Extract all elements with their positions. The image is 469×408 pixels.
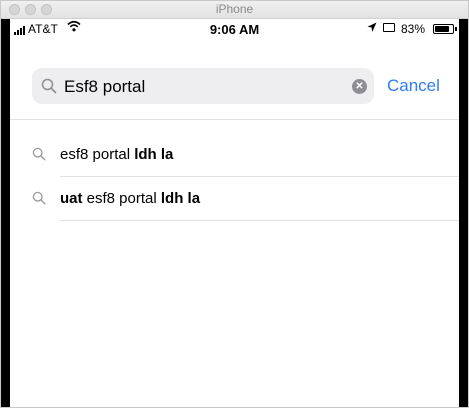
suggestion-text: uat esf8 portal ldh la <box>60 190 200 207</box>
suggestion-text-bold: ldh la <box>134 146 174 163</box>
simulator-window: iPhone AT&T 9:06 AM 83% Esf8 portal ✕ Ca… <box>0 0 469 408</box>
airplay-icon <box>383 23 395 32</box>
suggestion-text-bold: ldh la <box>160 190 201 207</box>
device-screen: AT&T 9:06 AM 83% Esf8 portal ✕ Cancel es… <box>10 19 459 407</box>
suggestion-item[interactable]: uat esf8 portal ldh la <box>32 177 459 221</box>
device-bezel-left <box>1 19 10 407</box>
search-field[interactable]: Esf8 portal ✕ <box>32 68 374 104</box>
search-icon <box>32 147 46 161</box>
suggestion-text-regular: esf8 portal <box>82 190 161 207</box>
suggestion-text-bold: uat <box>60 190 83 207</box>
window-titlebar[interactable]: iPhone <box>1 1 468 19</box>
suggestion-item[interactable]: esf8 portal ldh la <box>32 133 459 177</box>
battery-percent: 83% <box>401 22 426 36</box>
suggestion-text: esf8 portal ldh la <box>60 146 173 163</box>
battery-icon <box>433 24 454 34</box>
cancel-button[interactable]: Cancel <box>387 76 440 96</box>
device-bezel-right <box>459 19 468 407</box>
search-icon <box>41 78 57 94</box>
search-icon <box>32 191 46 205</box>
suggestion-divider <box>60 220 459 221</box>
search-input[interactable]: Esf8 portal <box>64 77 145 97</box>
location-arrow-icon <box>367 22 377 36</box>
clear-icon[interactable]: ✕ <box>352 79 367 94</box>
battery-level-fill <box>435 26 450 32</box>
suggestion-text-regular: esf8 portal <box>60 146 135 163</box>
window-title: iPhone <box>215 2 254 16</box>
header-divider <box>10 119 459 120</box>
status-bar: AT&T 9:06 AM 83% <box>10 19 459 41</box>
battery-tip <box>455 27 457 31</box>
